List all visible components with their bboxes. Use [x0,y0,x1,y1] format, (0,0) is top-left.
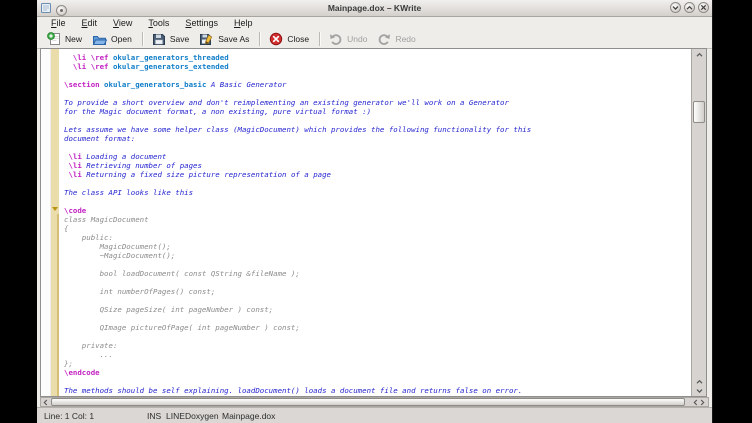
save-as-button[interactable]: Save As [195,31,255,47]
folding-margin[interactable] [51,49,59,396]
statusbar: Line: 1 Col: 1 INS LINE Doxygen Mainpage… [37,407,712,423]
redo-button: Redo [373,31,421,47]
toolbar-button-label: New [65,34,82,44]
highlight-mode-status: Doxygen [185,411,219,421]
selection-mode-status: LINE [166,411,185,421]
editor-line[interactable] [64,314,691,323]
horizontal-scroll-trough[interactable] [50,398,689,406]
titlebar[interactable]: Mainpage.dox – KWrite [37,0,712,17]
save-button[interactable]: Save [148,31,195,47]
open-icon [92,33,107,46]
screen-background: Mainpage.dox – KWrite FileEditViewToolsS… [0,0,752,423]
editor-line[interactable]: \li \ref okular_generators_threaded [64,53,691,62]
cursor-position-status: Line: 1 Col: 1 [44,411,94,421]
editor-line[interactable]: \li Retrieving number of pages [64,161,691,170]
menu-settings[interactable]: Settings [178,17,225,29]
redo-icon [377,32,391,46]
editor-line[interactable] [64,377,691,386]
toolbar-button-label: Undo [347,34,367,44]
editor-line[interactable]: ~MagicDocument(); [64,251,691,260]
editor-line[interactable]: public: [64,233,691,242]
scroll-left-icon[interactable] [41,398,50,406]
toolbar-button-label: Redo [395,34,415,44]
scroll-up-icon[interactable] [692,50,706,59]
editor-line[interactable] [64,143,691,152]
editor-line[interactable] [64,296,691,305]
toolbar-separator [319,32,321,46]
editor-line[interactable] [64,260,691,269]
toolbar-button-label: Save [170,34,189,44]
editor-line[interactable]: The class API looks like this [64,188,691,197]
editor-line[interactable]: \li \ref okular_generators_extended [64,62,691,71]
fold-marker-icon[interactable] [52,207,58,211]
editor-line[interactable]: document format: [64,134,691,143]
scroll-up2-icon[interactable] [692,377,706,386]
editor-line[interactable]: To provide a short overview and don't re… [64,98,691,107]
kwrite-window: Mainpage.dox – KWrite FileEditViewToolsS… [37,0,713,423]
menu-view[interactable]: View [106,17,139,29]
menu-help[interactable]: Help [227,17,260,29]
insert-mode-status: INS [147,411,161,421]
menu-edit[interactable]: Edit [75,17,105,29]
new-icon [47,32,61,46]
filename-status: Mainpage.dox [222,411,275,421]
horizontal-scroll-thumb[interactable] [51,398,685,406]
editor-line[interactable]: int numberOfPages() const; [64,287,691,296]
undo-button: Undo [325,31,373,47]
menu-file[interactable]: File [44,17,73,29]
undo-icon [329,32,343,46]
editor-line[interactable]: bool loadDocument( const QString &fileNa… [64,269,691,278]
open-button[interactable]: Open [88,32,138,47]
vertical-scroll-thumb[interactable] [693,101,705,123]
editor-line[interactable] [64,197,691,206]
editor-line[interactable]: MagicDocument(); [64,242,691,251]
editor-line[interactable] [64,89,691,98]
editor-line[interactable] [64,332,691,341]
toolbar-button-label: Close [287,34,309,44]
editor-line[interactable]: for the Magic document format, a non exi… [64,107,691,116]
editor-line[interactable]: The methods should be self explaining. l… [64,386,691,395]
editor-line[interactable]: { [64,224,691,233]
toolbar-button-label: Open [111,34,132,44]
close-icon [269,32,283,46]
editor-line[interactable]: \endcode [64,368,691,377]
new-button[interactable]: New [43,31,88,47]
editor-line[interactable]: class MagicDocument [64,215,691,224]
editor-line[interactable]: }; [64,359,691,368]
editor-line[interactable]: \code [64,206,691,215]
toolbar-separator [259,32,261,46]
toolbar-separator [142,32,144,46]
editor-line[interactable]: \li Returning a fixed size picture repre… [64,170,691,179]
save-icon [152,32,166,46]
editor-line[interactable]: QSize pageSize( int pageNumber ) const; [64,305,691,314]
pin-button[interactable] [56,5,67,16]
editor-line[interactable]: ... [64,350,691,359]
editor-line[interactable] [64,71,691,80]
editor-line[interactable]: \section okular_generators_basic A Basic… [64,80,691,89]
editor-line[interactable] [64,179,691,188]
editor-line[interactable]: QImage pictureOfPage( int pageNumber ) c… [64,323,691,332]
toolbar-button-label: Save As [218,34,249,44]
maximize-button[interactable] [684,2,695,13]
toolbar: New Open Save Save As Close Undo Redo [37,30,712,49]
editor-frame: \li \ref okular_generators_threaded \li … [40,48,707,397]
window-title: Mainpage.dox – KWrite [37,3,712,13]
text-content[interactable]: \li \ref okular_generators_threaded \li … [59,49,691,396]
icon-border [41,49,51,396]
menubar: FileEditViewToolsSettingsHelp [37,16,712,30]
editor-line[interactable]: Lets assume we have some helper class (M… [64,125,691,134]
editor-line[interactable]: private: [64,341,691,350]
close-window-button[interactable] [698,2,709,13]
close-button[interactable]: Close [265,31,315,47]
editor-line[interactable] [64,116,691,125]
vertical-scrollbar[interactable] [691,49,706,396]
save-as-icon [199,32,214,46]
editor-line[interactable]: \li Loading a document [64,152,691,161]
editor-line[interactable] [64,278,691,287]
menu-tools[interactable]: Tools [141,17,176,29]
minimize-button[interactable] [670,2,681,13]
horizontal-scrollbar[interactable] [40,397,709,407]
